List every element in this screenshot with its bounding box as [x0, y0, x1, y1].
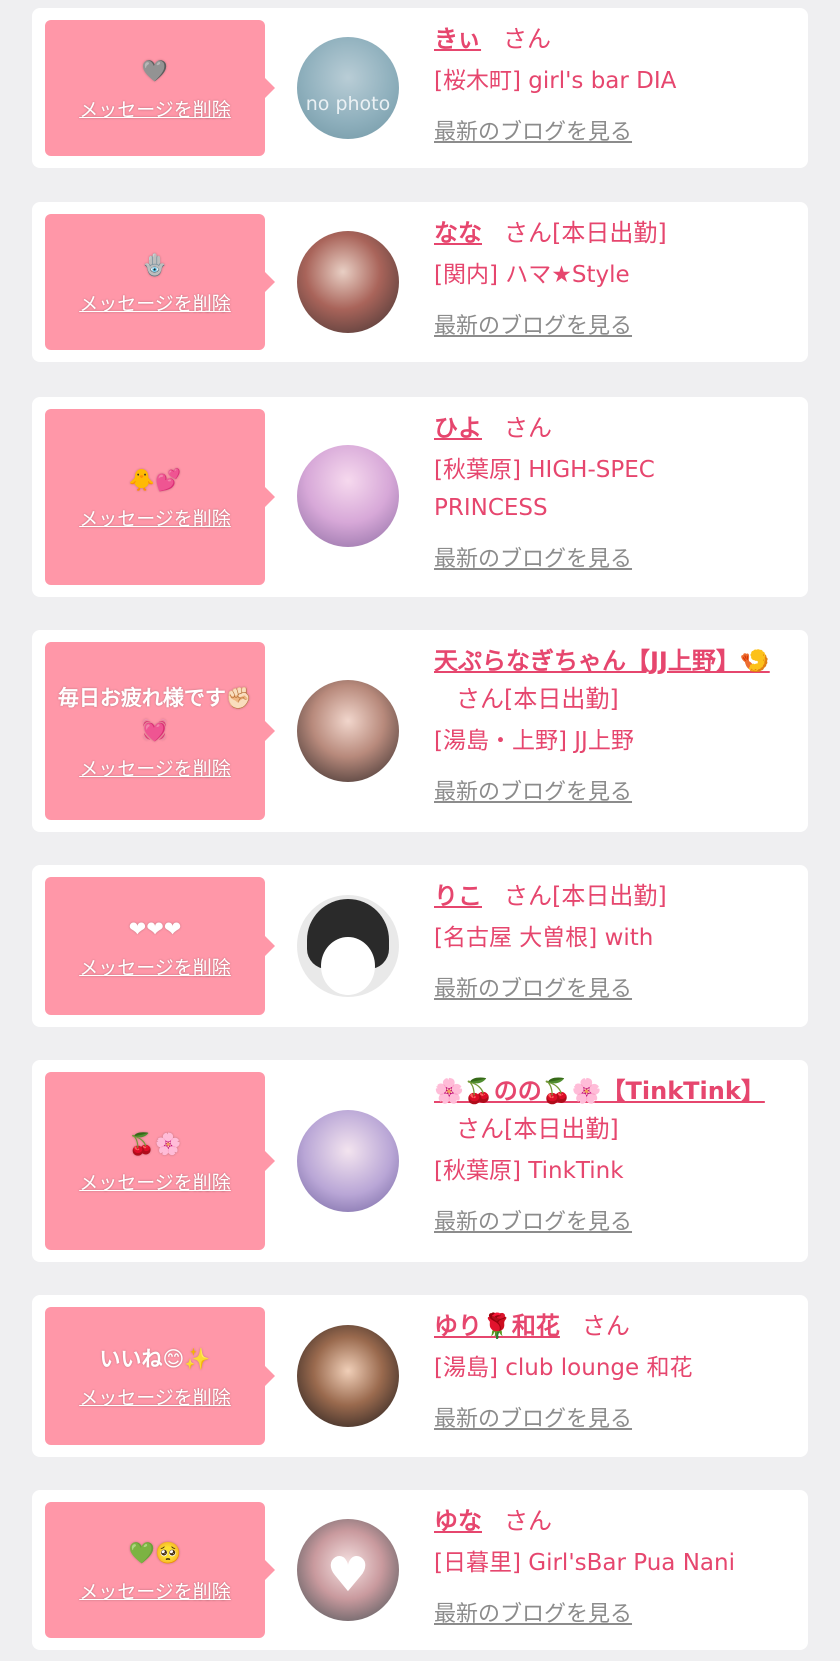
avatar[interactable] — [297, 1325, 399, 1427]
blog-link[interactable]: 最新のブログを見る — [434, 114, 632, 146]
delete-message-link[interactable]: メッセージを削除 — [79, 754, 231, 781]
message-text: 🍒🌸 — [128, 1131, 182, 1156]
profile-info: りこ さん[本日出勤] [名古屋 大曽根] with 最新のブログを見る — [434, 877, 790, 1003]
cast-name-link[interactable]: 天ぷらなぎちゃん【JJ上野】🍤 — [434, 647, 770, 675]
profile-info: ひよ さん [秋葉原] HIGH-SPEC PRINCESS 最新のブログを見る — [434, 409, 790, 573]
avatar[interactable] — [297, 895, 399, 997]
profile-info: ゆな さん [日暮里] Girl'sBar Pua Nani 最新のブログを見る — [434, 1502, 790, 1628]
cast-name-link[interactable]: なな — [434, 219, 482, 247]
message-bubble: ❤❤❤ メッセージを削除 — [45, 877, 275, 1015]
shop-name: [湯島・上野] JJ上野 — [434, 728, 634, 754]
message-text: 💚🥺 — [128, 1540, 182, 1565]
honorific: さん — [504, 414, 552, 442]
delete-message-link[interactable]: メッセージを削除 — [79, 1577, 231, 1604]
avatar-placeholder-text: no photo — [305, 93, 391, 115]
attendance-status: [本日出勤] — [552, 882, 667, 910]
blog-link[interactable]: 最新のブログを見る — [434, 1204, 632, 1236]
honorific: さん — [456, 685, 504, 713]
message-bubble: 🩶 メッセージを削除 — [45, 20, 275, 156]
shop-name: [湯島] club lounge 和花 — [434, 1355, 693, 1381]
list-item: 💚🥺 メッセージを削除 ♥ ゆな さん [日暮里] Girl'sBar Pua N… — [32, 1490, 808, 1650]
blog-link[interactable]: 最新のブログを見る — [434, 774, 632, 806]
message-bubble: 毎日お疲れ様です✊🏻💓 メッセージを削除 — [45, 642, 275, 820]
blog-link[interactable]: 最新のブログを見る — [434, 1401, 632, 1433]
delete-message-link[interactable]: メッセージを削除 — [79, 1168, 231, 1195]
attendance-status: [本日出勤] — [504, 1115, 619, 1143]
blog-link[interactable]: 最新のブログを見る — [434, 1596, 632, 1628]
honorific: さん — [504, 219, 552, 247]
shop-name: [秋葉原] HIGH-SPEC PRINCESS — [434, 457, 655, 521]
message-bubble: 🍒🌸 メッセージを削除 — [45, 1072, 275, 1250]
list-item: 🍒🌸 メッセージを削除 🌸🍒のの🍒🌸【TinkTink】さん[本日出勤] [秋葉… — [32, 1060, 808, 1262]
list-item: 🐥💕 メッセージを削除 ひよ さん [秋葉原] HIGH-SPEC PRINCES… — [32, 397, 808, 597]
delete-message-link[interactable]: メッセージを削除 — [79, 95, 231, 122]
profile-info: 天ぷらなぎちゃん【JJ上野】🍤 さん[本日出勤] [湯島・上野] JJ上野 最新の… — [434, 642, 790, 806]
list-item: いいね😊✨ メッセージを削除 ゆり🌹和花 さん [湯島] club lounge … — [32, 1295, 808, 1457]
avatar[interactable] — [297, 231, 399, 333]
attendance-status: [本日出勤] — [504, 685, 619, 713]
list-item: ❤❤❤ メッセージを削除 りこ さん[本日出勤] [名古屋 大曽根] with 最… — [32, 865, 808, 1027]
shop-name: [桜木町] girl's bar DIA — [434, 68, 677, 94]
message-text: いいね😊✨ — [99, 1346, 211, 1371]
delete-message-link[interactable]: メッセージを削除 — [79, 953, 231, 980]
honorific: さん — [581, 1312, 630, 1340]
profile-info: なな さん[本日出勤] [関内] ハマ★Style 最新のブログを見る — [434, 214, 790, 340]
list-item: 🪬 メッセージを削除 なな さん[本日出勤] [関内] ハマ★Style 最新のブ… — [32, 202, 808, 362]
cast-name-link[interactable]: 🌸🍒のの🍒🌸【TinkTink】 — [434, 1077, 765, 1105]
shop-name: [関内] ハマ★Style — [434, 262, 630, 288]
delete-message-link[interactable]: メッセージを削除 — [79, 289, 231, 316]
message-text: 🪬 — [141, 252, 169, 277]
blog-link[interactable]: 最新のブログを見る — [434, 308, 632, 340]
avatar[interactable] — [297, 445, 399, 547]
profile-info: きぃ さん [桜木町] girl's bar DIA 最新のブログを見る — [434, 20, 790, 146]
cast-name-link[interactable]: ゆり🌹和花 — [434, 1312, 560, 1340]
avatar[interactable]: no photo — [297, 37, 399, 139]
list-item: 毎日お疲れ様です✊🏻💓 メッセージを削除 天ぷらなぎちゃん【JJ上野】🍤 さん[本… — [32, 630, 808, 832]
message-bubble: 🪬 メッセージを削除 — [45, 214, 275, 350]
honorific: さん — [456, 1115, 504, 1143]
profile-info: 🌸🍒のの🍒🌸【TinkTink】さん[本日出勤] [秋葉原] TinkTink … — [434, 1072, 790, 1236]
list-item: 🩶 メッセージを削除 no photo きぃ さん [桜木町] girl's ba… — [32, 8, 808, 168]
message-text: 毎日お疲れ様です✊🏻💓 — [57, 685, 253, 742]
delete-message-link[interactable]: メッセージを削除 — [79, 504, 231, 531]
blog-link[interactable]: 最新のブログを見る — [434, 541, 632, 573]
blog-link[interactable]: 最新のブログを見る — [434, 971, 632, 1003]
honorific: さん — [504, 1507, 552, 1535]
heart-icon: ♥ — [326, 1547, 370, 1603]
message-text: 🐥💕 — [128, 467, 182, 492]
honorific: さん — [503, 25, 552, 53]
message-bubble: 💚🥺 メッセージを削除 — [45, 1502, 275, 1638]
cast-name-link[interactable]: きぃ — [434, 25, 481, 53]
shop-name: [名古屋 大曽根] with — [434, 925, 654, 951]
avatar[interactable] — [297, 1110, 399, 1212]
message-text: 🩶 — [141, 58, 169, 83]
message-text: ❤❤❤ — [128, 916, 182, 941]
cast-name-link[interactable]: りこ — [434, 882, 482, 910]
cast-name-link[interactable]: ひよ — [434, 414, 482, 442]
cast-name-link[interactable]: ゆな — [434, 1507, 482, 1535]
avatar-face-shape — [321, 937, 375, 995]
delete-message-link[interactable]: メッセージを削除 — [79, 1383, 231, 1410]
avatar[interactable]: ♥ — [297, 1519, 399, 1621]
attendance-status: [本日出勤] — [552, 219, 667, 247]
message-bubble: 🐥💕 メッセージを削除 — [45, 409, 275, 585]
shop-name: [日暮里] Girl'sBar Pua Nani — [434, 1550, 735, 1576]
honorific: さん — [504, 882, 552, 910]
shop-name: [秋葉原] TinkTink — [434, 1158, 624, 1184]
avatar[interactable] — [297, 680, 399, 782]
profile-info: ゆり🌹和花 さん [湯島] club lounge 和花 最新のブログを見る — [434, 1307, 790, 1433]
message-bubble: いいね😊✨ メッセージを削除 — [45, 1307, 275, 1445]
